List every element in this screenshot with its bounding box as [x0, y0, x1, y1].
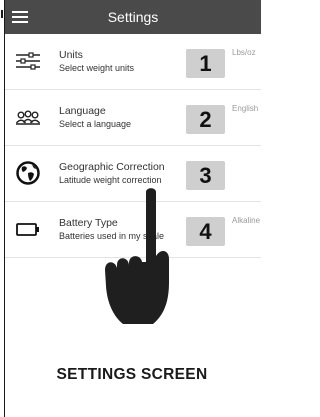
setting-subtitle: Select a language	[59, 119, 132, 129]
app-bar: Settings	[5, 0, 261, 34]
settings-item-units[interactable]: Units Select weight units 1 Lbs/oz	[5, 34, 261, 90]
callout-number: 2	[186, 105, 225, 134]
setting-value: Lbs/oz	[232, 48, 256, 57]
setting-subtitle: Select weight units	[59, 63, 135, 73]
callout-number: 3	[186, 161, 225, 190]
setting-value: English	[232, 104, 259, 113]
setting-value: Alkaline	[232, 216, 261, 225]
battery-icon	[15, 216, 41, 242]
sliders-icon	[15, 48, 41, 74]
callout-number: 1	[186, 49, 225, 78]
callout-number: 4	[186, 217, 225, 246]
settings-item-language[interactable]: Language Select a language 2 English	[5, 90, 261, 146]
setting-subtitle: Latitude weight correction	[59, 175, 162, 185]
globe-icon	[15, 160, 41, 186]
page-title: Settings	[107, 9, 159, 25]
screen-caption: SETTINGS SCREEN	[56, 366, 208, 383]
pointing-hand-icon	[105, 188, 169, 324]
people-icon	[15, 104, 41, 130]
hamburger-icon	[12, 11, 28, 23]
setting-title: Units	[59, 49, 83, 61]
menu-button[interactable]	[5, 0, 35, 34]
setting-title: Geographic Correction	[59, 161, 165, 173]
setting-title: Language	[59, 105, 106, 117]
